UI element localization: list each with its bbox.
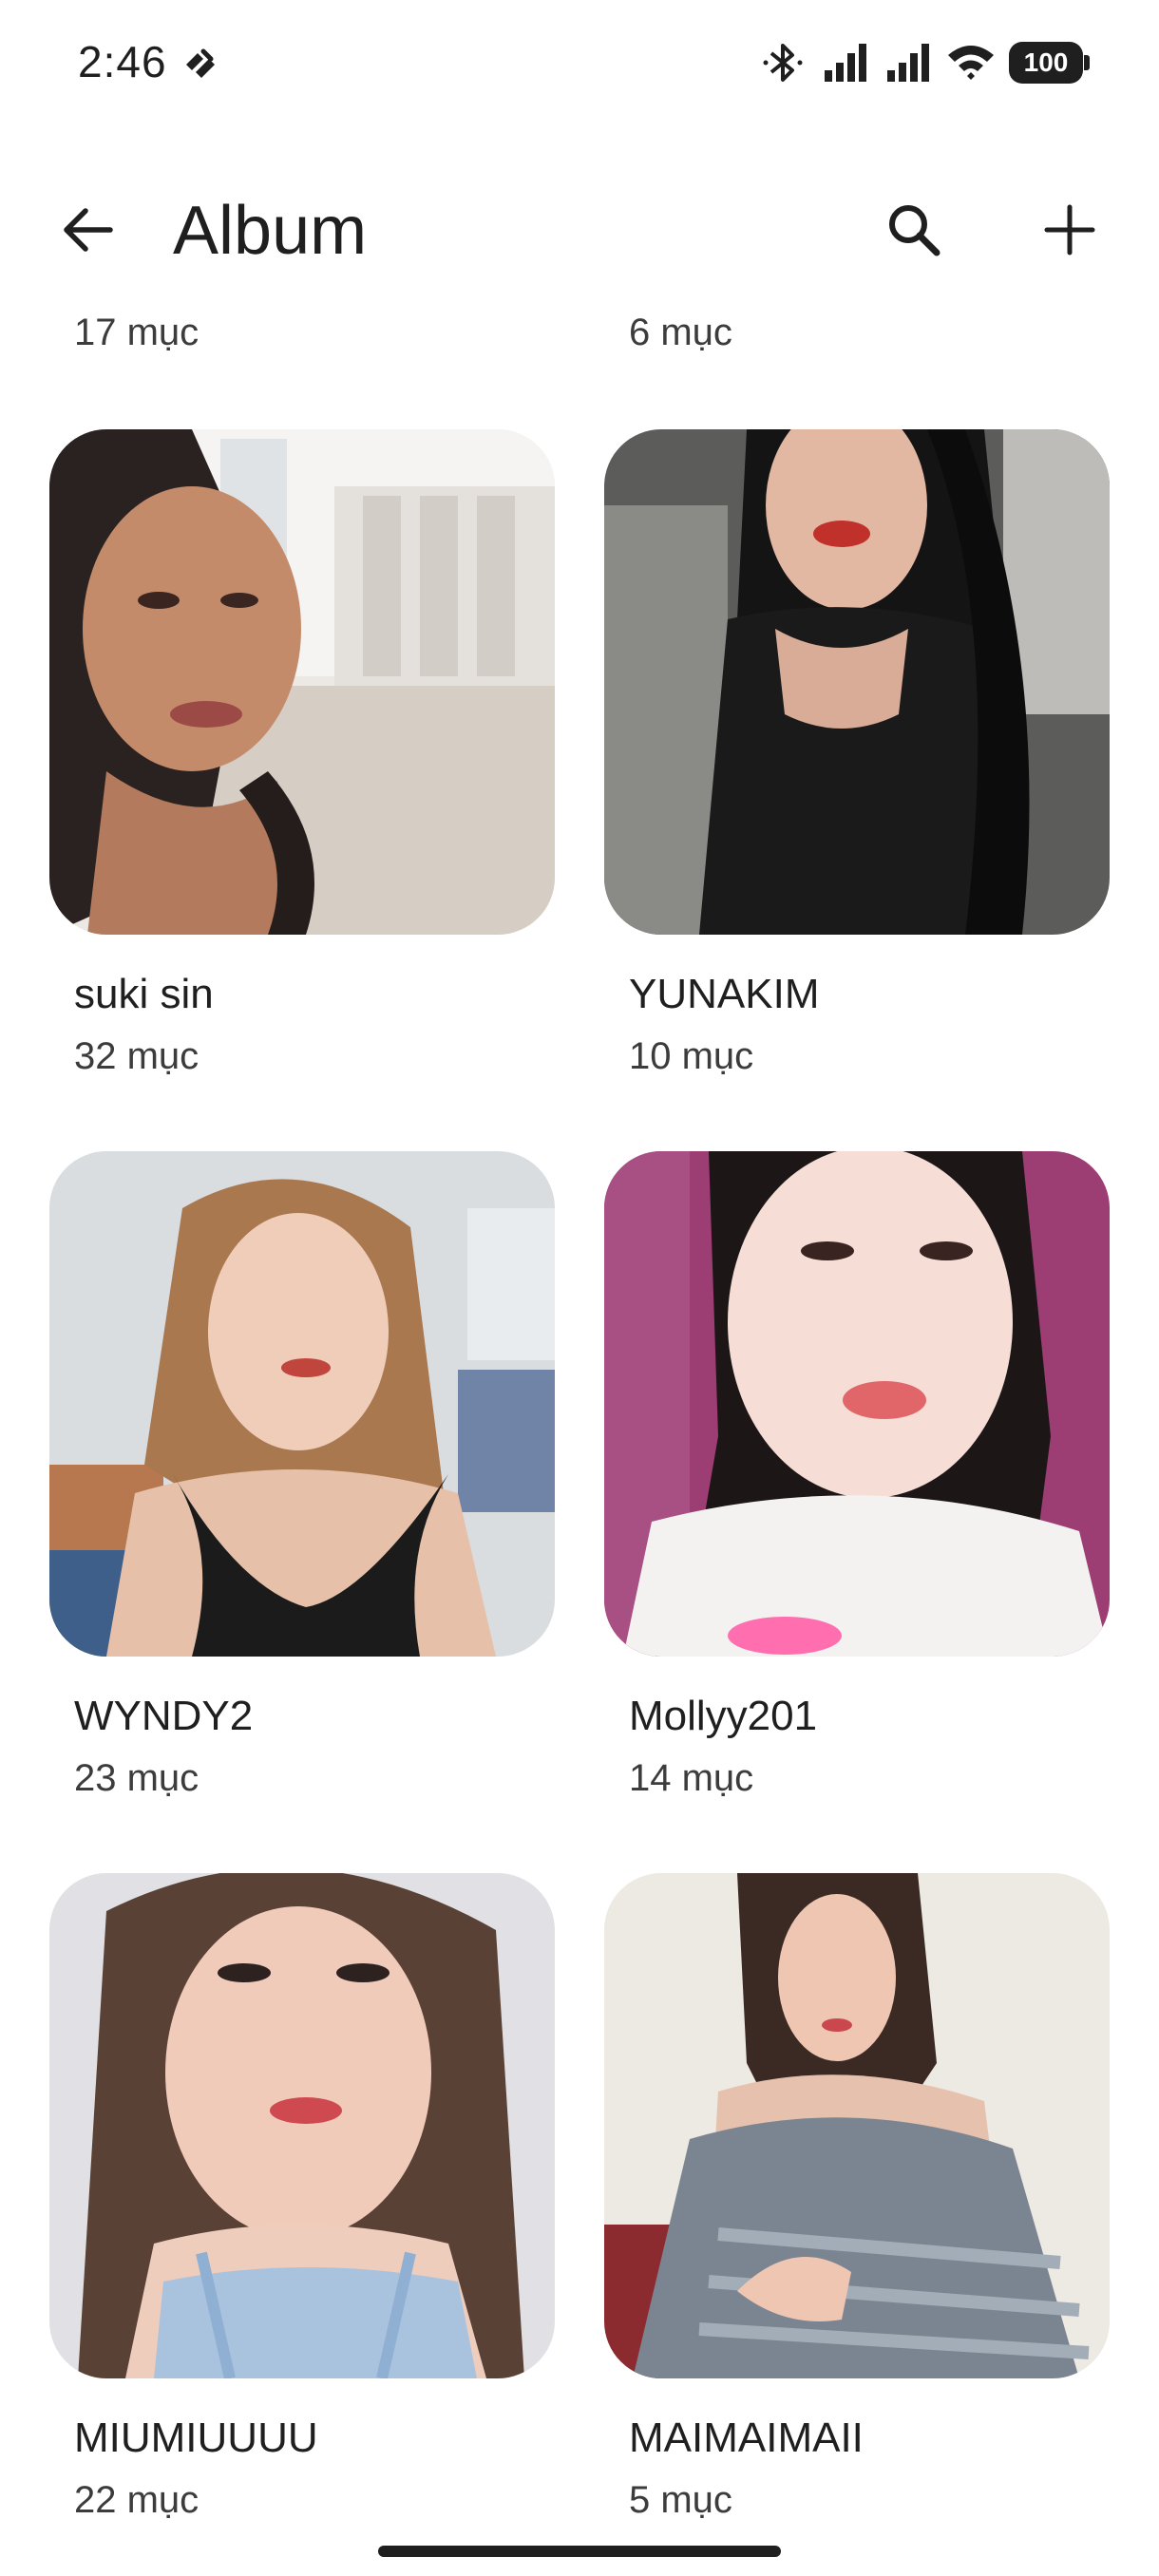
album-cover[interactable] [604, 429, 1110, 935]
add-album-button[interactable] [1032, 192, 1108, 268]
album-count: 6 mục [629, 312, 732, 353]
album-card[interactable]: Mollyy201 14 mục [604, 1151, 1110, 1800]
album-cover[interactable] [604, 1873, 1110, 2378]
album-count: 23 mục [74, 1757, 200, 1799]
album-card[interactable]: WYNDY2 23 mục [49, 1151, 555, 1800]
arrow-back-icon [64, 208, 113, 252]
page-title: Album [173, 193, 368, 269]
album-name: WYNDY2 [74, 1693, 254, 1739]
album-cover[interactable] [49, 1151, 555, 1657]
album-name: YUNAKIM [629, 971, 820, 1017]
add-icon [1044, 204, 1095, 256]
search-button[interactable] [876, 192, 952, 268]
album-count: 10 mục [629, 1035, 754, 1077]
album-name: Mollyy201 [629, 1693, 818, 1739]
album-count: 5 mục [629, 2479, 732, 2521]
album-card[interactable]: suki sin 32 mục [49, 429, 555, 1078]
album-count: 17 mục [74, 312, 200, 353]
album-cover[interactable] [49, 1873, 555, 2378]
album-count: 22 mục [74, 2479, 200, 2521]
back-button[interactable] [49, 192, 125, 268]
album-name: suki sin [74, 971, 214, 1017]
album-cover[interactable] [604, 1151, 1110, 1657]
album-name: MAIMAIMAII [629, 2415, 864, 2461]
app-bar: Album [0, 142, 1159, 313]
album-cover[interactable] [49, 429, 555, 935]
search-icon [889, 205, 940, 256]
album-card[interactable]: MIUMIUUUU 22 mục [49, 1873, 555, 2522]
album-name: MIUMIUUUU [74, 2415, 318, 2461]
album-grid[interactable]: 17 mục 6 mục suki sin 32 mục YUNAKIM 10 … [0, 0, 1159, 2576]
album-count: 14 mục [629, 1757, 754, 1799]
album-card[interactable]: YUNAKIM 10 mục [604, 429, 1110, 1078]
album-card[interactable]: MAIMAIMAII 5 mục [604, 1873, 1110, 2522]
album-count: 32 mục [74, 1035, 200, 1077]
